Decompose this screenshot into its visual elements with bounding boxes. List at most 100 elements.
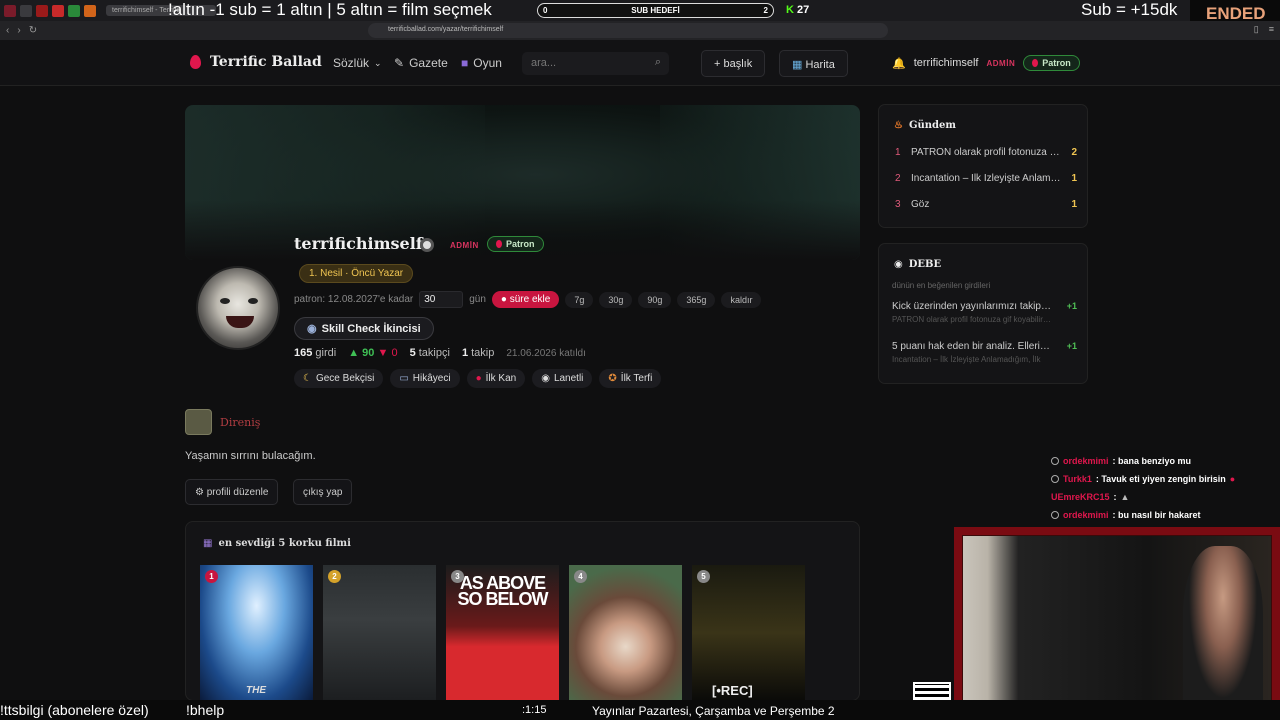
downvote-icon: ▼ (377, 347, 389, 359)
search-input[interactable]: ara... ⌕ (522, 52, 669, 75)
map-label: Harita (805, 59, 835, 71)
back-icon[interactable]: ‹ (6, 25, 9, 36)
reload-icon[interactable]: ↻ (29, 25, 37, 36)
search-placeholder: ara... (531, 57, 557, 69)
patron-label: Patron (1042, 58, 1071, 68)
poster-title: THE (246, 685, 266, 696)
duration-7g-button[interactable]: 7g (565, 291, 594, 308)
bell-icon[interactable]: 🔔 (892, 57, 906, 70)
gundem-text: PATRON olarak profil fotonuza gif koyabi… (911, 147, 1071, 158)
chat-message: ordekmimi: bana benziyo mu (1051, 452, 1280, 470)
nav-label: Gazete (409, 56, 448, 70)
chat-user: ordekmimi (1063, 510, 1109, 520)
kick-viewer-count: K 27 (786, 4, 809, 16)
avatar (196, 266, 280, 350)
entries-stat[interactable]: 165 girdi (294, 347, 336, 359)
nav-gazete[interactable]: ✎ Gazete (394, 56, 448, 70)
debe-text: Kick üzerinden yayınlarımızı takip edebi… (892, 301, 1052, 312)
gundem-text: Incantation – İlk İzleyişte Anlamadığım (911, 173, 1072, 184)
gundem-item[interactable]: 2 Incantation – İlk İzleyişte Anlamadığı… (895, 173, 1077, 184)
chevron-down-icon: ⌄ (374, 57, 382, 68)
badge-label: Gece Bekçisi (315, 373, 375, 384)
badge-label: Hikâyeci (412, 373, 451, 384)
debe-topic: Incantation – İlk İzleyişte Anlamadığım,… (892, 355, 1041, 364)
following-stat[interactable]: 1 takip (462, 347, 494, 359)
patron-badge: Patron (1023, 55, 1080, 71)
debe-subtitle: dünün en beğenilen girdileri (892, 281, 991, 290)
film-poster[interactable]: 3 AS ABOVE SO BELOW (446, 565, 559, 701)
stream-bottom-bar: !ttsbilgi (abonelere özel) !bhelp :1:15 … (0, 700, 1280, 720)
menu-icon[interactable]: ≡ (1269, 24, 1274, 35)
favorite-films-card: ▦ en sevdiği 5 korku filmi 1 THE 2 3 AS … (185, 521, 860, 701)
tab-favicon[interactable] (84, 4, 96, 17)
patron-label: Patron (506, 239, 535, 249)
url-bar[interactable]: terrificballad.com/yazar/terrifichimself (368, 23, 888, 38)
admin-badge: ADMİN (986, 58, 1016, 68)
debe-score: +1 (1066, 341, 1077, 351)
nav-sozluk[interactable]: Sözlük ⌄ (333, 56, 382, 70)
remove-button[interactable]: kaldır (721, 291, 762, 308)
badge-hikayeci: ▭ Hikâyeci (390, 369, 460, 388)
debe-item[interactable]: Kick üzerinden yayınlarımızı takip edebi… (892, 301, 1077, 324)
map-button[interactable]: ▦ Harita (779, 50, 848, 77)
new-topic-button[interactable]: + başlık (701, 50, 766, 77)
chat-text: : (1113, 492, 1117, 502)
add-time-button[interactable]: ● süre ekle (491, 291, 560, 308)
chat-text: : bana benziyo mu (1112, 456, 1192, 466)
film-poster[interactable]: 4 (569, 565, 682, 701)
forward-icon[interactable]: › (17, 25, 20, 36)
nav-label: Oyun (473, 56, 502, 70)
header-username[interactable]: terrifichimself (914, 57, 979, 69)
debe-item[interactable]: 5 puanı hak eden bir analiz. Elleri sıca… (892, 341, 1077, 364)
tab-favicon[interactable] (36, 4, 48, 17)
viewer-number: 27 (797, 4, 810, 16)
tab-favicon[interactable] (4, 4, 16, 17)
tts-info: !ttsbilgi (abonelere özel) (0, 702, 149, 718)
profile-patron-badge: Patron (487, 236, 544, 252)
eye-icon (420, 238, 434, 252)
logout-button[interactable]: çıkış yap (293, 479, 353, 505)
debe-text: 5 puanı hak eden bir analiz. Elleri sıca… (892, 341, 1052, 352)
gundem-text: Göz (911, 199, 930, 210)
add-time-label: süre ekle (509, 294, 551, 305)
followers-stat[interactable]: 5 takipçi (410, 347, 450, 359)
joined-date: 21.06.2026 katıldı (506, 347, 586, 359)
guild-name[interactable]: Direniş (220, 416, 260, 429)
nav-oyun[interactable]: ■ Oyun (461, 56, 502, 70)
gamepad-icon: ■ (461, 56, 469, 70)
days-input[interactable] (419, 291, 464, 308)
gundem-count: 1 (1071, 173, 1077, 184)
following-count: 1 (461, 347, 469, 359)
duration-90g-button[interactable]: 90g (638, 291, 672, 308)
tab-favicon[interactable] (68, 4, 80, 17)
chat-message: ordekmimi: bu nasıl bir hakaret (1051, 506, 1280, 524)
profile-bio: Yaşamın sırrını bulacağım. (185, 450, 316, 462)
site-logo[interactable]: Terrific Ballad (190, 54, 322, 70)
chat-text: : bu nasıl bir hakaret (1112, 510, 1201, 520)
tab-favicon[interactable] (52, 4, 64, 17)
kick-badge-icon (1051, 475, 1059, 483)
guild-icon[interactable] (185, 409, 212, 435)
book-icon: ▭ (399, 373, 409, 384)
upvote-icon: ▲ (348, 347, 360, 359)
poster-title: [•REC] (712, 683, 753, 698)
search-icon[interactable]: ⌕ (655, 56, 661, 69)
gundem-count: 1 (1071, 199, 1077, 210)
edit-profile-button[interactable]: ⚙ profili düzenle (185, 479, 279, 505)
gundem-item[interactable]: 3 Göz 1 (895, 199, 1077, 210)
gundem-item[interactable]: 1 PATRON olarak profil fotonuza gif koya… (895, 147, 1077, 158)
film-rank: 2 (328, 570, 341, 583)
film-poster[interactable]: 2 (323, 565, 436, 701)
gundem-title-text: Gündem (908, 120, 956, 131)
site-name: Terrific Ballad (210, 54, 322, 70)
tab-favicon[interactable] (20, 4, 32, 17)
skill-check-badge[interactable]: ◉ Skill Check İkincisi (294, 317, 434, 340)
sidebar-toggle-icon[interactable]: ▯ (1254, 24, 1259, 35)
duration-365g-button[interactable]: 365g (677, 291, 716, 308)
eye-icon: ◉ (894, 259, 903, 270)
chat-user: Turkk1 (1063, 474, 1092, 484)
duration-30g-button[interactable]: 30g (599, 291, 633, 308)
film-poster[interactable]: 1 THE (200, 565, 313, 701)
film-poster[interactable]: 5 [•REC] (692, 565, 805, 701)
patron-until: patron: 12.08.2027'e kadar (294, 294, 414, 305)
